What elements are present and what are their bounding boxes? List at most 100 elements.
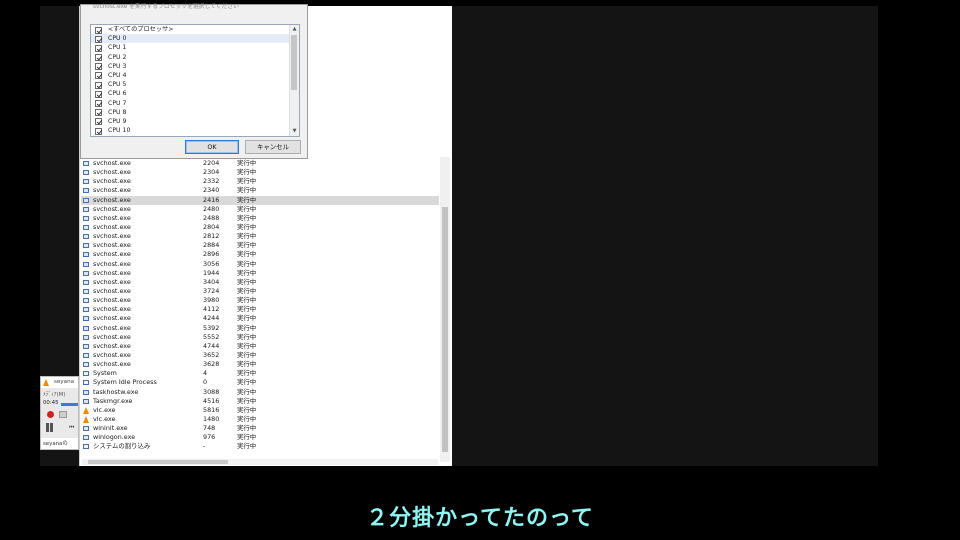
process-name: svchost.exe xyxy=(93,195,131,204)
process-row[interactable]: System 4 実行中 xyxy=(81,369,439,378)
checkbox-checked-icon[interactable] xyxy=(95,81,102,89)
process-pid: 2812 xyxy=(203,232,220,241)
checkbox-checked-icon[interactable] xyxy=(95,72,102,80)
cpu-label: CPU 7 xyxy=(108,99,127,107)
vlc-taskbar-item[interactable]: seyanaの xyxy=(41,438,78,449)
process-row[interactable]: svchost.exe 2480 実行中 xyxy=(81,205,439,214)
process-row[interactable]: svchost.exe 2884 実行中 xyxy=(81,241,439,250)
process-row[interactable]: svchost.exe 4744 実行中 xyxy=(81,342,439,351)
process-row[interactable]: svchost.exe 3980 実行中 xyxy=(81,296,439,305)
scroll-up-icon[interactable]: ▲ xyxy=(290,25,299,34)
process-name: vlc.exe xyxy=(93,414,116,423)
process-row[interactable]: svchost.exe 2416 実行中 xyxy=(81,195,439,205)
scrollbar-thumb[interactable] xyxy=(291,35,297,90)
process-row[interactable]: svchost.exe 2896 実行中 xyxy=(81,250,439,259)
cpu-item[interactable]: CPU 7 xyxy=(91,99,299,108)
scrollbar-thumb[interactable] xyxy=(442,207,448,452)
process-status: 実行中 xyxy=(237,222,257,231)
cpu-item[interactable]: CPU 6 xyxy=(91,89,299,98)
process-row[interactable]: wininit.exe 748 実行中 xyxy=(81,424,439,433)
process-status: 実行中 xyxy=(237,296,257,305)
process-pid: 4 xyxy=(203,369,208,378)
record-icon[interactable] xyxy=(47,411,54,418)
process-row[interactable]: svchost.exe 2332 実行中 xyxy=(81,177,439,186)
cpu-label: CPU 0 xyxy=(108,35,127,43)
process-icon xyxy=(83,179,89,185)
process-status: 実行中 xyxy=(237,259,257,268)
vlc-progress-bar[interactable] xyxy=(61,403,78,406)
process-list-horizontal-scrollbar[interactable] xyxy=(82,459,438,465)
process-row[interactable]: System Idle Process 0 実行中 xyxy=(81,378,439,387)
ok-button[interactable]: OK xyxy=(185,140,239,154)
process-row[interactable]: svchost.exe 2812 実行中 xyxy=(81,232,439,241)
previous-icon[interactable]: ⏮ xyxy=(69,424,74,432)
process-row[interactable]: svchost.exe 2804 実行中 xyxy=(81,223,439,232)
process-row[interactable]: svchost.exe 1944 実行中 xyxy=(81,269,439,278)
system-icon xyxy=(83,444,89,450)
process-row[interactable]: svchost.exe 3724 実行中 xyxy=(81,287,439,296)
checkbox-checked-icon[interactable] xyxy=(95,100,102,107)
cpu-item[interactable]: CPU 5 xyxy=(91,80,299,89)
process-row[interactable]: svchost.exe 4112 実行中 xyxy=(81,305,439,314)
cpu-item[interactable]: CPU 0 xyxy=(91,34,299,44)
process-row[interactable]: システムの割り込み - 実行中 xyxy=(81,442,439,451)
process-pid: 2804 xyxy=(203,222,220,231)
checkbox-checked-icon[interactable] xyxy=(95,54,102,62)
checkbox-checked-icon[interactable] xyxy=(95,63,102,71)
process-row[interactable]: Taskmgr.exe 4516 実行中 xyxy=(81,397,439,406)
process-row[interactable]: winlogon.exe 976 実行中 xyxy=(81,433,439,442)
cpu-list-scrollbar[interactable]: ▲ ▼ xyxy=(289,25,299,136)
process-row[interactable]: svchost.exe 2340 実行中 xyxy=(81,186,439,195)
process-list-vertical-scrollbar[interactable] xyxy=(440,157,450,462)
process-row[interactable]: svchost.exe 2488 実行中 xyxy=(81,214,439,223)
process-row[interactable]: svchost.exe 5392 実行中 xyxy=(81,324,439,333)
process-pid: 4516 xyxy=(203,396,220,405)
pause-icon[interactable] xyxy=(45,423,54,432)
process-row[interactable]: vlc.exe 1480 実行中 xyxy=(81,415,439,424)
cpu-item[interactable]: CPU 4 xyxy=(91,71,299,80)
checkbox-checked-icon[interactable] xyxy=(95,35,102,43)
process-name: System xyxy=(93,369,117,378)
process-name: svchost.exe xyxy=(93,222,131,231)
checkbox-checked-icon[interactable] xyxy=(95,90,102,98)
snapshot-icon[interactable] xyxy=(59,411,67,418)
checkbox-checked-icon[interactable] xyxy=(95,26,102,34)
cpu-item[interactable]: CPU 9 xyxy=(91,117,299,126)
process-row[interactable]: vlc.exe 5816 実行中 xyxy=(81,406,439,415)
process-icon xyxy=(83,224,89,230)
process-row[interactable]: svchost.exe 3056 実行中 xyxy=(81,260,439,269)
process-row[interactable]: svchost.exe 3628 実行中 xyxy=(81,360,439,369)
process-pid: 3404 xyxy=(203,277,220,286)
checkbox-checked-icon[interactable] xyxy=(95,109,102,117)
cpu-item[interactable]: CPU 8 xyxy=(91,108,299,117)
process-row[interactable]: taskhostw.exe 3088 実行中 xyxy=(81,388,439,397)
scrollbar-thumb[interactable] xyxy=(88,460,228,464)
process-status: 実行中 xyxy=(237,268,257,277)
process-status: 実行中 xyxy=(237,204,257,213)
scroll-down-icon[interactable]: ▼ xyxy=(290,127,299,136)
cancel-button[interactable]: キャンセル xyxy=(245,140,301,154)
process-status: 実行中 xyxy=(237,232,257,241)
process-row[interactable]: svchost.exe 3652 実行中 xyxy=(81,351,439,360)
checkbox-checked-icon[interactable] xyxy=(95,44,102,52)
process-list: svchost.exe 2204 実行中 svchost.exe 2304 実行中 svch… xyxy=(81,159,439,452)
process-status: 実行中 xyxy=(237,213,257,222)
cpu-item[interactable]: CPU 2 xyxy=(91,53,299,62)
cpu-item[interactable]: CPU 10 xyxy=(91,126,299,135)
cpu-item-all[interactable]: <すべてのプロセッサ> xyxy=(91,25,299,34)
cpu-item[interactable]: CPU 3 xyxy=(91,62,299,71)
vlc-icon xyxy=(83,415,89,423)
process-pid: 3088 xyxy=(203,387,220,396)
process-status: 実行中 xyxy=(237,159,257,167)
process-row[interactable]: svchost.exe 2204 実行中 xyxy=(81,159,439,168)
cpu-item[interactable]: CPU 1 xyxy=(91,43,299,52)
process-row[interactable]: svchost.exe 3404 実行中 xyxy=(81,278,439,287)
process-row[interactable]: svchost.exe 2304 実行中 xyxy=(81,168,439,177)
vlc-menu-media[interactable]: ﾒﾃﾞｨｱ(M) xyxy=(43,390,65,398)
process-row[interactable]: svchost.exe 5552 実行中 xyxy=(81,333,439,342)
process-name: svchost.exe xyxy=(93,332,131,341)
checkbox-checked-icon[interactable] xyxy=(95,118,102,126)
checkbox-checked-icon[interactable] xyxy=(95,127,102,135)
process-status: 実行中 xyxy=(237,286,257,295)
process-row[interactable]: svchost.exe 4244 実行中 xyxy=(81,314,439,323)
